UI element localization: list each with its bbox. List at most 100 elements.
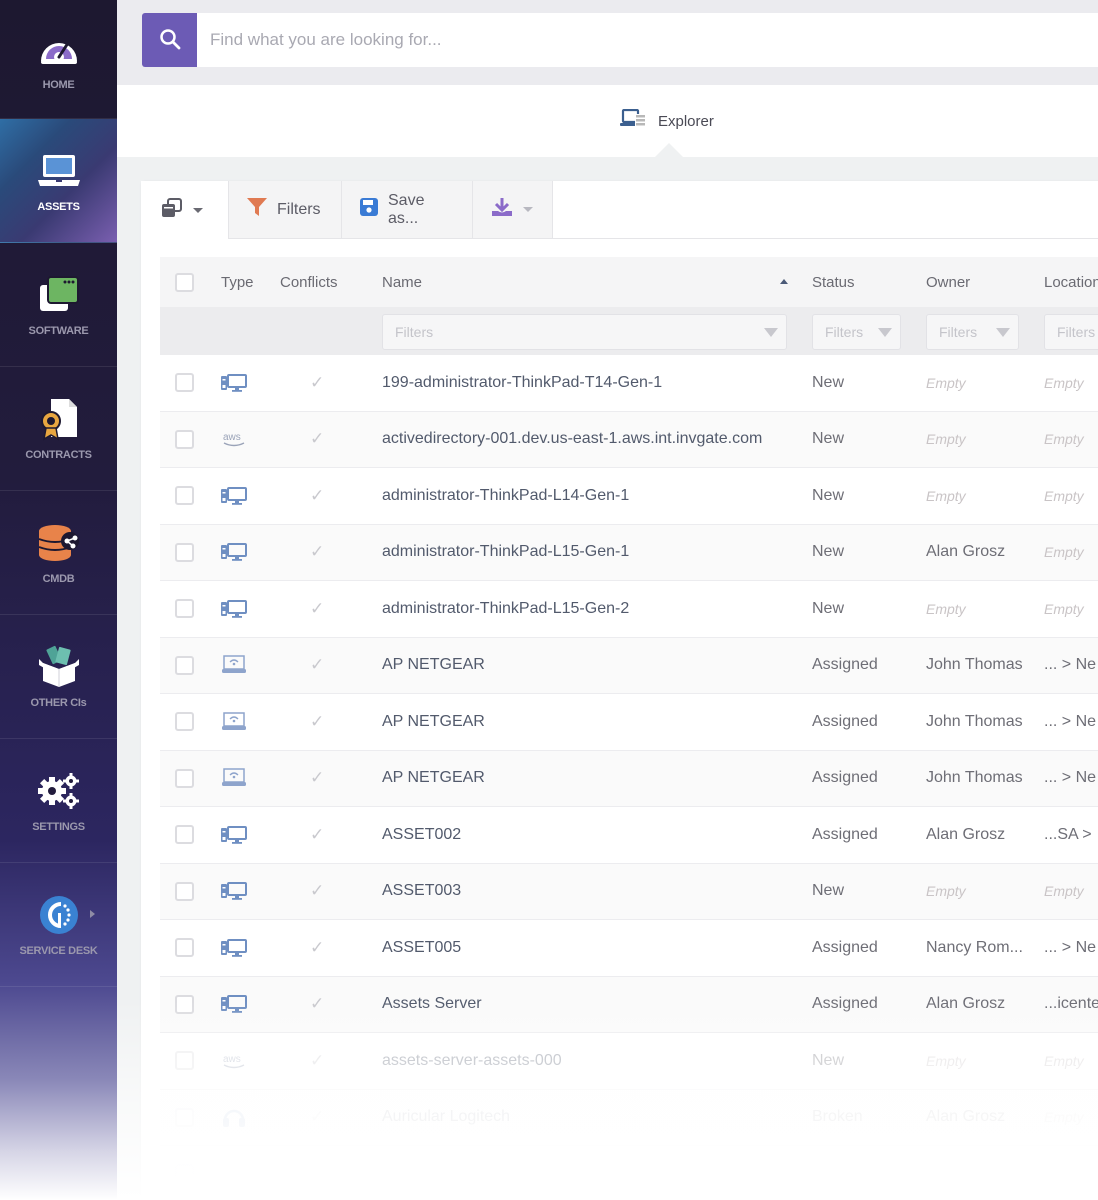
sidebar-item-contracts[interactable]: CONTRACTS <box>0 367 117 491</box>
asset-name-link[interactable]: activedirectory-001.dev.us-east-1.aws.in… <box>382 412 762 468</box>
column-header-owner[interactable]: Owner <box>926 257 970 307</box>
table-row[interactable]: aws ✓ assets-server-assets-000 New Empty Empt… <box>160 1033 1098 1090</box>
asset-name-link[interactable]: administrator-ThinkPad-L15-Gen-1 <box>382 525 629 581</box>
row-checkbox[interactable] <box>175 429 194 449</box>
sidebar-item-home[interactable]: HOME <box>0 0 117 119</box>
select-all-checkbox[interactable] <box>175 272 194 292</box>
table-row[interactable]: ✓ ASSET003 New Empty Empty <box>160 863 1098 920</box>
row-checkbox[interactable] <box>175 712 194 732</box>
filters-label: Filters <box>277 200 321 218</box>
row-checkbox[interactable] <box>175 655 194 675</box>
conflicts-cell: ✓ <box>310 581 324 637</box>
status-cell: New <box>812 882 845 900</box>
filter-icon <box>764 327 778 337</box>
aws-icon: aws <box>221 412 247 468</box>
table-row[interactable]: ✓ AP NETGEAR Assigned John Thomas ... > Ne <box>160 637 1098 694</box>
conflicts-cell: ✓ <box>310 355 324 411</box>
submenu-arrow-icon[interactable] <box>90 910 95 918</box>
name-filter-input[interactable]: Filters <box>382 314 787 350</box>
column-header-type[interactable]: Type <box>221 257 254 307</box>
status-cell: New <box>812 599 845 617</box>
search-button[interactable] <box>142 13 197 67</box>
location-filter-input[interactable]: Filters <box>1044 314 1098 350</box>
sidebar-item-other-cis[interactable]: OTHER CIs <box>0 615 117 739</box>
asset-name-link[interactable]: 199-administrator-ThinkPad-T14-Gen-1 <box>382 355 662 411</box>
table-row[interactable]: ✓ Auricular Logitech Broken Alan Grosz Empty <box>160 1089 1098 1146</box>
asset-name-link[interactable]: administrator-ThinkPad-L14-Gen-1 <box>382 468 629 524</box>
view-switch-button[interactable] <box>141 181 229 239</box>
asset-name-link[interactable]: AP NETGEAR <box>382 638 485 694</box>
row-select-cell <box>175 694 194 750</box>
row-checkbox[interactable] <box>175 373 194 393</box>
sidebar-item-label: SOFTWARE <box>28 324 89 337</box>
status-cell: Assigned <box>812 938 878 956</box>
chevron-down-icon <box>193 207 203 213</box>
conflicts-cell: ✓ <box>310 864 324 920</box>
conflicts-cell: ✓ <box>310 1033 324 1089</box>
download-button[interactable] <box>473 181 553 239</box>
sidebar-item-software[interactable]: SOFTWARE <box>0 243 117 367</box>
asset-name-link[interactable]: Auricular Logitech <box>382 1090 510 1146</box>
sidebar-item-assets[interactable]: ASSETS <box>0 119 117 243</box>
column-header-conflicts[interactable]: Conflicts <box>280 257 338 307</box>
table-row[interactable]: ✓ administrator-ThinkPad-L15-Gen-1 New Alan… <box>160 524 1098 581</box>
filters-button[interactable]: Filters <box>229 181 342 239</box>
save-as-label: Save as... <box>388 191 425 227</box>
explorer-icon <box>620 108 646 134</box>
column-header-name[interactable]: Name <box>382 257 422 307</box>
row-select-cell <box>175 1146 194 1200</box>
sidebar-item-cmdb[interactable]: CMDB <box>0 491 117 615</box>
asset-name-link[interactable]: ASSET003 <box>382 864 461 920</box>
asset-name-link[interactable]: administrator-ThinkPad-L15-Gen-2 <box>382 581 629 637</box>
table-row <box>160 1146 1098 1200</box>
asset-name-link[interactable]: AP NETGEAR <box>382 694 485 750</box>
row-checkbox[interactable] <box>175 542 194 562</box>
row-checkbox[interactable] <box>175 1051 194 1071</box>
column-header-location[interactable]: Location <box>1044 257 1098 307</box>
table-row[interactable]: ✓ ASSET005 Assigned Nancy Rom... ... > Ne <box>160 920 1098 977</box>
asset-name-link[interactable]: Assets Server <box>382 977 482 1033</box>
checkmark-icon: ✓ <box>310 485 325 505</box>
row-select-cell <box>175 355 194 411</box>
table-row[interactable]: aws ✓ activedirectory-001.dev.us-east-1.aw… <box>160 411 1098 468</box>
row-checkbox[interactable] <box>175 938 194 958</box>
search-input[interactable] <box>197 13 1098 67</box>
header-select-cell <box>175 257 194 307</box>
row-checkbox[interactable] <box>175 994 194 1014</box>
table-row[interactable]: ✓ AP NETGEAR Assigned John Thomas ... > Ne <box>160 750 1098 807</box>
owner-cell: John Thomas <box>926 712 1023 730</box>
row-select-cell <box>175 864 194 920</box>
sort-ascending-icon[interactable] <box>780 279 788 284</box>
row-checkbox[interactable] <box>175 768 194 788</box>
status-cell: New <box>812 430 845 448</box>
table-row[interactable]: ✓ administrator-ThinkPad-L14-Gen-1 New Empt… <box>160 468 1098 525</box>
table-row[interactable]: ✓ ASSET002 Assigned Alan Grosz ...SA > <box>160 807 1098 864</box>
column-header-status[interactable]: Status <box>812 257 855 307</box>
asset-name-link[interactable]: assets-server-assets-000 <box>382 1033 562 1089</box>
owner-filter-input[interactable]: Filters <box>926 314 1019 350</box>
asset-name-link[interactable]: AP NETGEAR <box>382 751 485 807</box>
table-row[interactable]: ✓ Assets Server Assigned Alan Grosz ...icent… <box>160 976 1098 1033</box>
sidebar-item-service-desk[interactable]: SERVICE DESK <box>0 863 117 987</box>
tab-label: Explorer <box>658 113 714 130</box>
row-checkbox[interactable] <box>175 881 194 901</box>
tab-explorer[interactable]: Explorer <box>620 108 714 134</box>
asset-name-link[interactable]: ASSET005 <box>382 920 461 976</box>
row-checkbox[interactable] <box>175 599 194 619</box>
sidebar-item-settings[interactable]: SETTINGS <box>0 739 117 863</box>
filter-placeholder: Filters <box>1057 324 1096 340</box>
row-checkbox[interactable] <box>175 825 194 845</box>
row-select-cell <box>175 751 194 807</box>
save-as-button[interactable]: Save as... <box>342 181 473 239</box>
table-row[interactable]: ✓ AP NETGEAR Assigned John Thomas ... > Ne <box>160 694 1098 751</box>
speedometer-icon <box>37 27 81 71</box>
desktop-computer-icon <box>221 355 247 411</box>
row-checkbox[interactable] <box>175 486 194 506</box>
status-filter-input[interactable]: Filters <box>812 314 901 350</box>
asset-name-link[interactable]: ASSET002 <box>382 807 461 863</box>
checkmark-icon: ✓ <box>310 711 325 731</box>
table-row[interactable]: ✓ administrator-ThinkPad-L15-Gen-2 New Empt… <box>160 581 1098 638</box>
table-row[interactable]: ✓ 199-administrator-ThinkPad-T14-Gen-1 New… <box>160 355 1098 412</box>
conflicts-cell: ✓ <box>310 638 324 694</box>
row-checkbox[interactable] <box>175 1107 194 1127</box>
